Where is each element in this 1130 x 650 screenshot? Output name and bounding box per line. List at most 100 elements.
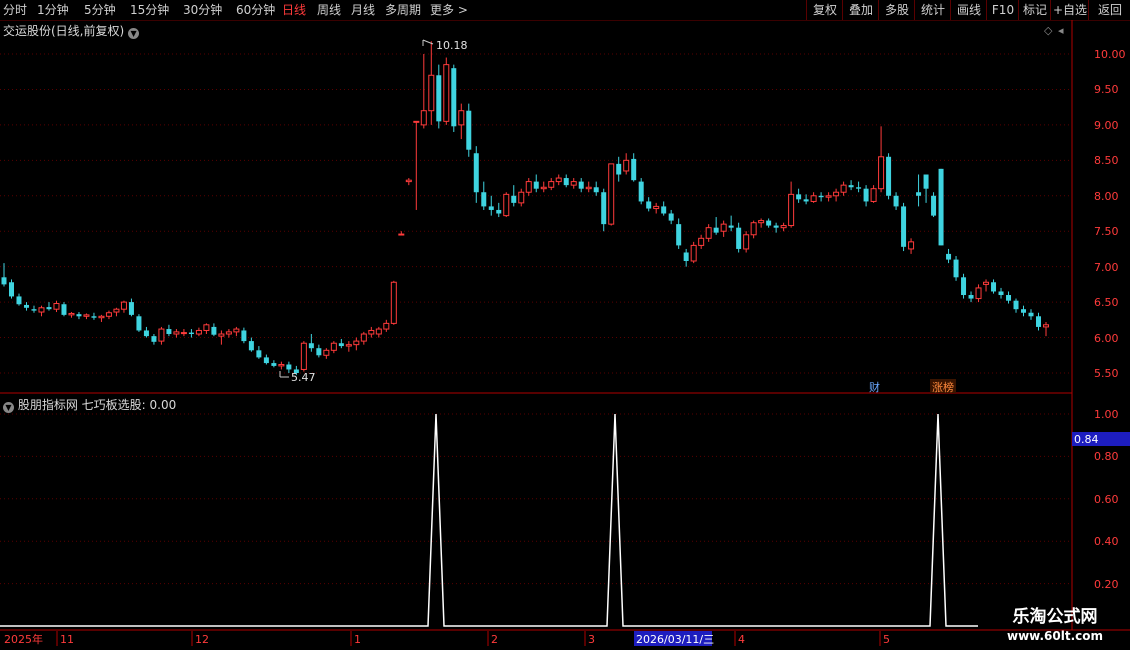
- candle-body: [848, 185, 854, 188]
- period-tab-monthly[interactable]: 月线: [351, 2, 375, 18]
- candle-body: [53, 303, 60, 310]
- add-watchlist-button[interactable]: +自选: [1050, 0, 1089, 20]
- candle-body: [353, 340, 360, 346]
- candle-body: [263, 357, 269, 364]
- candle-body: [676, 224, 682, 246]
- candle-body: [668, 213, 674, 221]
- candle-body: [83, 314, 90, 317]
- period-tab-multi[interactable]: 多周期: [385, 2, 421, 18]
- candle-body: [345, 344, 352, 347]
- y-tick-label: 6.50: [1094, 296, 1119, 309]
- y-tick-label: 0.20: [1094, 578, 1119, 591]
- period-tab-weekly[interactable]: 周线: [317, 2, 341, 18]
- finance-badge[interactable]: 财: [869, 380, 880, 394]
- y-tick-label: 9.00: [1094, 119, 1119, 132]
- y-tick-label: 1.00: [1094, 408, 1119, 421]
- price-panel-title[interactable]: 交运股份(日线,前复权) ▼: [3, 22, 140, 39]
- candle-body: [713, 227, 719, 233]
- chevron-down-icon[interactable]: ▼: [128, 28, 140, 39]
- candle-body: [293, 369, 299, 373]
- period-tab-daily[interactable]: 日线: [282, 2, 306, 18]
- candle-body: [646, 201, 652, 209]
- cursor-value-label: 0.84: [1074, 433, 1099, 446]
- candle-body: [61, 304, 67, 315]
- candle-body: [1043, 324, 1049, 328]
- x-tick-label: 5: [883, 633, 890, 646]
- candle-body: [443, 64, 450, 122]
- candle-body: [683, 252, 689, 261]
- candle-body: [750, 222, 757, 236]
- candle-body: [496, 209, 502, 214]
- y-tick-label: 5.50: [1094, 367, 1119, 380]
- candle-body: [728, 225, 734, 228]
- period-tab-30min[interactable]: 30分钟: [183, 2, 222, 18]
- candle-body: [1006, 295, 1012, 301]
- candle-body: [901, 206, 907, 247]
- mark-button[interactable]: 标记: [1018, 0, 1051, 20]
- candle-body: [158, 328, 165, 342]
- x-tick-label: 2025年: [4, 632, 43, 646]
- overlay-button[interactable]: 叠加: [842, 0, 879, 20]
- candle-body: [278, 363, 285, 367]
- candle-body: [893, 195, 899, 207]
- candle-body: [773, 225, 779, 228]
- x-tick-label: 4: [738, 633, 745, 646]
- cursor-date-box: [634, 631, 712, 646]
- period-tab-15min[interactable]: 15分钟: [130, 2, 169, 18]
- period-tab-1min[interactable]: 1分钟: [37, 2, 69, 18]
- watermark-url: www.60lt.com: [1006, 629, 1104, 643]
- candle-body: [938, 168, 944, 246]
- restore-rights-button[interactable]: 复权: [806, 0, 843, 20]
- toggle-icon[interactable]: ◂: [1058, 24, 1064, 37]
- limit-up-badge[interactable]: 涨榜: [932, 380, 954, 394]
- candle-body: [330, 342, 337, 351]
- candle-body: [548, 181, 555, 188]
- candle-body: [428, 74, 435, 112]
- candle-body: [38, 307, 45, 313]
- candle-body: [390, 281, 397, 324]
- candle-body: [968, 295, 974, 299]
- candle-body: [736, 227, 742, 249]
- candle-body: [105, 312, 112, 317]
- statistics-button[interactable]: 统计: [914, 0, 951, 20]
- candle-body: [698, 237, 705, 246]
- candle-body: [766, 220, 772, 226]
- multi-stock-button[interactable]: 多股: [878, 0, 915, 20]
- candle-body: [780, 225, 787, 229]
- back-button[interactable]: 返回: [1088, 0, 1130, 20]
- candle-body: [818, 195, 824, 198]
- candle-body: [16, 296, 22, 305]
- price-grid: [0, 53, 1072, 585]
- period-tab-5min[interactable]: 5分钟: [84, 2, 116, 18]
- candle-body: [661, 206, 667, 214]
- candle-body: [870, 188, 877, 202]
- candle-body: [743, 234, 750, 250]
- candle-body: [488, 206, 494, 210]
- candle-body: [503, 193, 510, 217]
- candle-body: [8, 282, 14, 297]
- chevron-down-icon[interactable]: ▼: [3, 402, 14, 413]
- indicator-panel-title[interactable]: ▼ 股朋指标网 七巧板选股: 0.00: [3, 396, 176, 413]
- period-toolbar: 分时 1分钟 5分钟 15分钟 30分钟 60分钟 日线 周线 月线 多周期 更…: [0, 0, 1130, 21]
- candle-body: [256, 350, 262, 358]
- candle-body: [218, 333, 225, 337]
- f10-button[interactable]: F10: [986, 0, 1019, 20]
- candle-body: [863, 188, 869, 202]
- candle-body: [68, 312, 75, 316]
- candle-body: [975, 287, 982, 300]
- period-tab-fenshi[interactable]: 分时: [3, 2, 27, 18]
- candle-body: [601, 192, 607, 225]
- indicator-line: [0, 413, 978, 627]
- candle-body: [271, 363, 277, 366]
- period-tab-60min[interactable]: 60分钟: [236, 2, 275, 18]
- y-tick-label: 10.00: [1094, 48, 1126, 61]
- diamond-icon[interactable]: ◇: [1044, 24, 1053, 37]
- candle-body: [451, 68, 457, 127]
- x-tick-label: 3: [588, 633, 595, 646]
- candle-body: [616, 163, 622, 175]
- high-price-label: 10.18: [436, 39, 468, 52]
- candle-body: [638, 181, 644, 202]
- candle-body: [136, 316, 142, 331]
- period-tab-more[interactable]: 更多 >: [430, 2, 468, 18]
- draw-line-button[interactable]: 画线: [950, 0, 987, 20]
